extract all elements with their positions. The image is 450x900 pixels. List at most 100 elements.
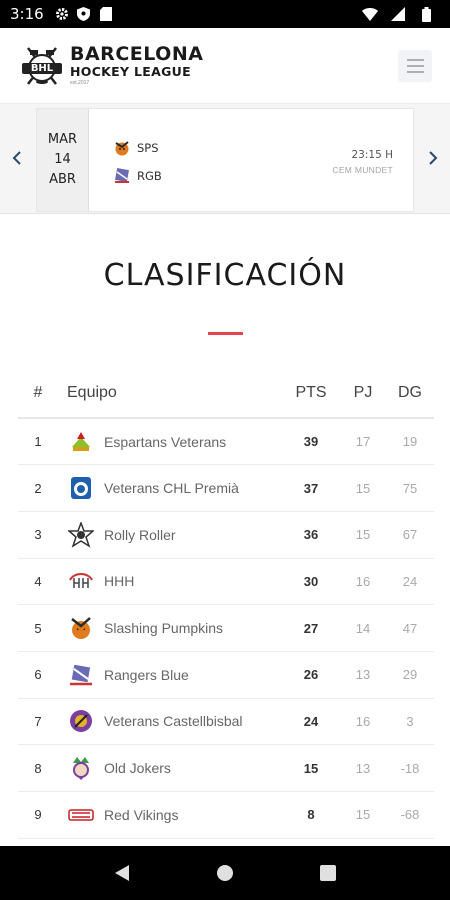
match-carousel: MAR 14 ABR SPS RGB 23:15 H CEM MUNDET [0, 104, 450, 214]
rgb-logo-icon [113, 167, 131, 185]
row-goal-diff: 75 [386, 464, 434, 512]
row-position: 9 [18, 791, 58, 839]
row-points: 36 [282, 511, 340, 559]
row-played: 16 [340, 698, 386, 746]
col-dg-header: DG [386, 368, 434, 419]
rangers-blue-logo-icon [68, 662, 94, 688]
match-card[interactable]: MAR 14 ABR SPS RGB 23:15 H CEM MUNDET [36, 108, 414, 212]
previous-match-button[interactable] [0, 104, 34, 212]
hamburger-menu-button[interactable] [398, 49, 432, 82]
standings-title: CLASIFICACIÓN [103, 258, 347, 293]
row-goal-diff: 47 [386, 604, 434, 652]
shield-icon [76, 6, 92, 22]
match-day-number: 14 [54, 152, 71, 167]
row-position: 6 [18, 651, 58, 699]
row-played: 15 [340, 791, 386, 839]
chevron-right-icon [429, 151, 438, 165]
settings-gear-icon [54, 6, 70, 22]
row-points: 39 [282, 418, 340, 466]
nav-back-button[interactable] [112, 863, 132, 883]
hhh-logo-icon [68, 568, 94, 594]
row-played: 13 [340, 651, 386, 699]
logo-badge-text: BHL [30, 62, 54, 74]
back-triangle-icon [114, 865, 129, 881]
row-played: 15 [340, 464, 386, 512]
row-position: 3 [18, 511, 58, 559]
table-row[interactable]: 4 HHH 30 16 24 [18, 558, 434, 606]
row-points: 27 [282, 604, 340, 652]
table-row[interactable]: 8 Old Jokers 15 13 -18 [18, 744, 434, 792]
row-team-name: Rangers Blue [104, 651, 282, 699]
table-row[interactable]: 2 Veterans CHL Premià 37 15 75 [18, 464, 434, 512]
home-team-name: SPS [137, 141, 159, 155]
bhl-badge-icon: BHL [18, 42, 66, 90]
nav-home-button[interactable] [215, 863, 235, 883]
castellbisbal-logo-icon [68, 708, 94, 734]
red-vikings-logo-icon [68, 802, 94, 828]
row-played: 14 [340, 604, 386, 652]
match-day-name: MAR [47, 132, 78, 147]
league-logo[interactable]: BHL BARCELONA HOCKEY LEAGUE est.2017 [18, 42, 203, 90]
row-team-name: Rolly Roller [104, 511, 282, 559]
row-goal-diff: 67 [386, 511, 434, 559]
logo-title: BARCELONA [70, 43, 204, 66]
home-team: SPS [113, 139, 159, 157]
standings-table: # Equipo PTS PJ DG 1 Espartans Veterans … [18, 368, 434, 839]
status-time: 3:16 [10, 5, 44, 23]
table-row[interactable]: 7 Veterans Castellbisbal 24 16 3 [18, 698, 434, 746]
row-points: 8 [282, 791, 340, 839]
table-row[interactable]: 1 Espartans Veterans 39 17 19 [18, 418, 434, 466]
row-position: 1 [18, 418, 58, 466]
table-row[interactable]: 3 Rolly Roller 36 15 67 [18, 511, 434, 559]
row-position: 8 [18, 744, 58, 792]
cell-signal-icon [390, 6, 406, 22]
col-pj-header: PJ [340, 368, 386, 419]
row-goal-diff: 24 [386, 558, 434, 606]
row-goal-diff: -18 [386, 744, 434, 792]
away-team: RGB [113, 167, 162, 185]
old-jokers-logo-icon [68, 755, 94, 781]
row-played: 15 [340, 511, 386, 559]
nav-recents-button[interactable] [318, 863, 338, 883]
row-team-name: Veterans Castellbisbal [104, 698, 282, 746]
slashing-pumpkins-logo-icon [68, 615, 94, 641]
col-team-header: Equipo [58, 368, 282, 419]
row-position: 7 [18, 698, 58, 746]
chevron-left-icon [12, 151, 21, 165]
match-month: ABR [49, 172, 76, 187]
row-position: 4 [18, 558, 58, 606]
home-circle-icon [216, 865, 233, 881]
row-points: 24 [282, 698, 340, 746]
sd-card-icon [98, 6, 114, 22]
match-time: 23:15 H [351, 149, 394, 161]
table-row[interactable]: 9 Red Vikings 8 15 -68 [18, 791, 434, 839]
row-points: 26 [282, 651, 340, 699]
row-points: 37 [282, 464, 340, 512]
next-match-button[interactable] [416, 104, 450, 212]
table-header-row: # Equipo PTS PJ DG [18, 368, 434, 419]
row-team-name: Slashing Pumpkins [104, 604, 282, 652]
battery-icon [418, 6, 434, 22]
row-points: 30 [282, 558, 340, 606]
row-team-name: Espartans Veterans [104, 418, 282, 466]
row-team-name: Veterans CHL Premià [104, 464, 282, 512]
wifi-icon [362, 6, 378, 22]
match-venue: CEM MUNDET [332, 165, 393, 175]
col-pos-header: # [18, 368, 58, 419]
table-row[interactable]: 6 Rangers Blue 26 13 29 [18, 651, 434, 699]
table-row[interactable]: 5 Slashing Pumpkins 27 14 47 [18, 604, 434, 652]
row-position: 5 [18, 604, 58, 652]
row-position: 2 [18, 464, 58, 512]
row-team-name: HHH [104, 558, 282, 606]
chl-premia-logo-icon [68, 475, 94, 501]
row-goal-diff: 3 [386, 698, 434, 746]
row-team-name: Red Vikings [104, 791, 282, 839]
app-header: BHL BARCELONA HOCKEY LEAGUE est.2017 [0, 28, 450, 104]
row-goal-diff: 29 [386, 651, 434, 699]
away-team-name: RGB [137, 169, 162, 183]
row-played: 16 [340, 558, 386, 606]
row-goal-diff: 19 [386, 418, 434, 466]
row-played: 13 [340, 744, 386, 792]
recents-square-icon [320, 865, 337, 881]
logo-established: est.2017 [70, 79, 90, 86]
